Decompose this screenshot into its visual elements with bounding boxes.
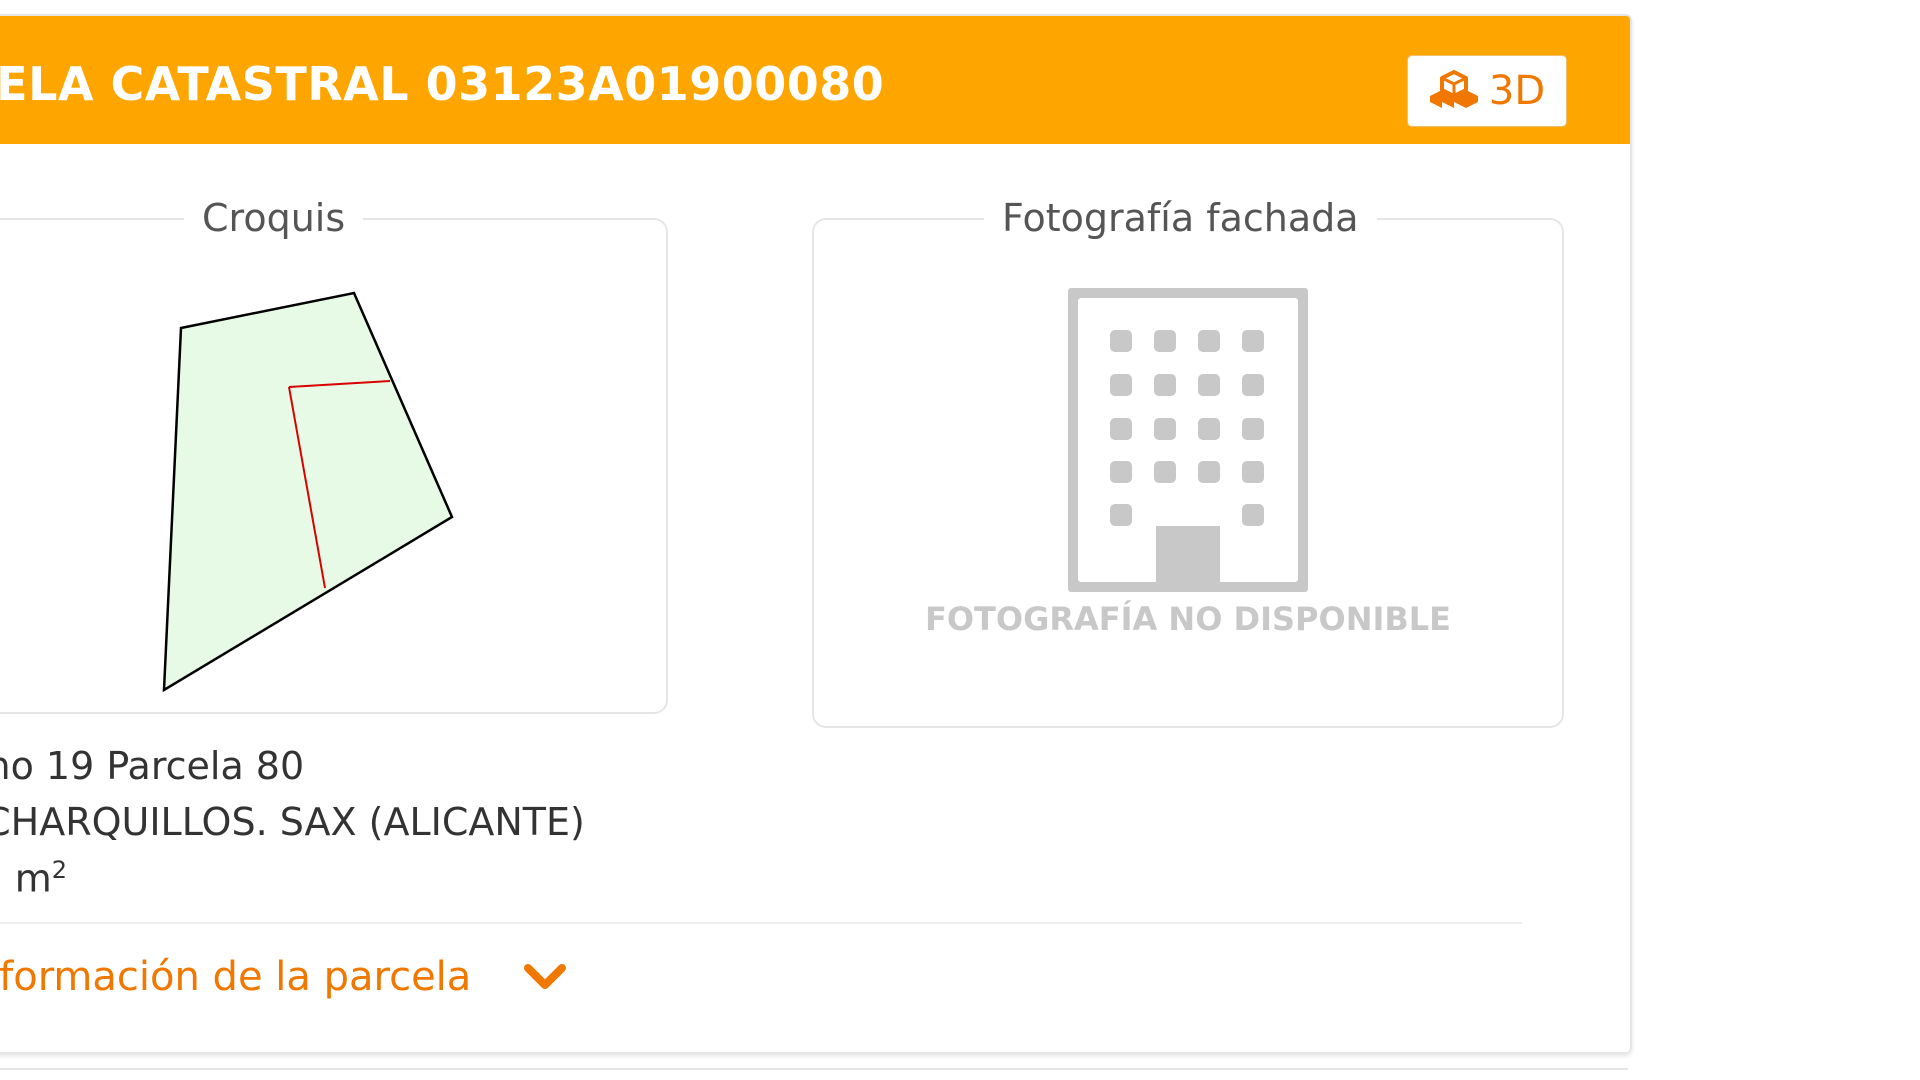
page-bottom-divider [0, 1068, 1628, 1070]
divider [0, 922, 1522, 924]
parcel-area-unit-exponent: 2 [51, 856, 67, 884]
croquis-panel: Croquis [0, 196, 668, 714]
more-info-label: is información de la parcela [0, 954, 472, 1000]
parcel-card: RCELA CATASTRAL 03123A01900080 3D Croqui… [0, 14, 1632, 1054]
cubes-icon [1429, 70, 1479, 112]
parcel-sketch [162, 291, 454, 693]
view-3d-label: 3D [1488, 68, 1546, 114]
more-info-toggle[interactable]: is información de la parcela [0, 954, 567, 1000]
no-photo-text: FOTOGRAFÍA NO DISPONIBLE [924, 600, 1452, 638]
parcel-area-value: .001 m [0, 856, 52, 901]
chevron-down-icon [524, 964, 567, 989]
view-3d-button[interactable]: 3D [1408, 56, 1566, 126]
parcel-location: lígono 19 Parcela 80 [0, 744, 305, 788]
card-header: RCELA CATASTRAL 03123A01900080 3D [0, 16, 1630, 144]
facade-photo-label: Fotografía fachada [984, 196, 1377, 240]
facade-photo-panel: Fotografía fachada FOTOGRAFÍA NO DISPONI… [812, 196, 1564, 728]
building-icon [1068, 288, 1308, 592]
parcel-title: RCELA CATASTRAL 03123A01900080 [0, 57, 885, 111]
parcel-address: OS CHARQUILLOS. SAX (ALICANTE) [0, 800, 585, 844]
parcel-area: .001 m2 [0, 856, 67, 901]
